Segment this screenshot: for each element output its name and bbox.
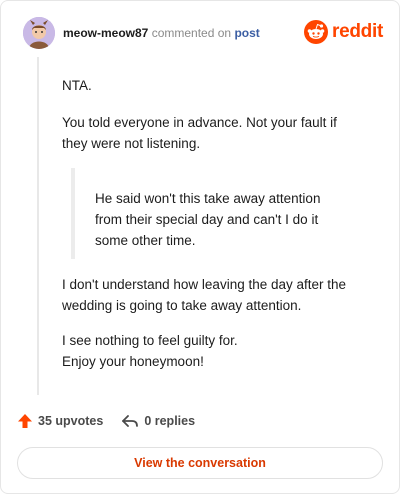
comment-paragraph: I see nothing to feel guilty for. Enjoy … xyxy=(62,333,238,369)
post-link[interactable]: post xyxy=(234,26,259,40)
upvote-button[interactable]: 35 upvotes xyxy=(17,413,103,429)
avatar-image xyxy=(23,17,55,49)
comment-actions: 35 upvotes 0 replies xyxy=(17,409,213,433)
blockquote: He said won't this take away attention f… xyxy=(71,168,361,259)
action-text: commented on xyxy=(151,26,232,40)
comment-meta: meow-meow87 commented on post xyxy=(63,26,260,40)
reply-arrow-icon xyxy=(122,415,139,427)
quote-text: He said won't this take away attention f… xyxy=(95,191,321,248)
upvote-arrow-icon xyxy=(18,414,32,428)
upvote-count: 35 upvotes xyxy=(38,414,104,428)
reddit-logo-icon xyxy=(304,20,329,44)
thread-line xyxy=(37,57,39,395)
avatar[interactable] xyxy=(23,17,55,49)
comment-header: meow-meow87 commented on post reddit xyxy=(23,17,383,51)
comment-paragraph: I don't understand how leaving the day a… xyxy=(62,277,347,313)
reddit-brand[interactable]: reddit xyxy=(304,19,383,45)
comment-card: meow-meow87 commented on post reddit NTA… xyxy=(0,0,400,494)
comment-paragraph: You told everyone in advance. Not your f… xyxy=(62,115,337,151)
reply-count: 0 replies xyxy=(144,414,196,428)
reply-button[interactable]: 0 replies xyxy=(121,413,195,429)
view-conversation-button[interactable]: View the conversation xyxy=(17,447,383,479)
username-link[interactable]: meow-meow87 xyxy=(63,26,148,40)
comment-paragraph: NTA. xyxy=(62,78,92,93)
reddit-wordmark: reddit xyxy=(332,21,383,42)
